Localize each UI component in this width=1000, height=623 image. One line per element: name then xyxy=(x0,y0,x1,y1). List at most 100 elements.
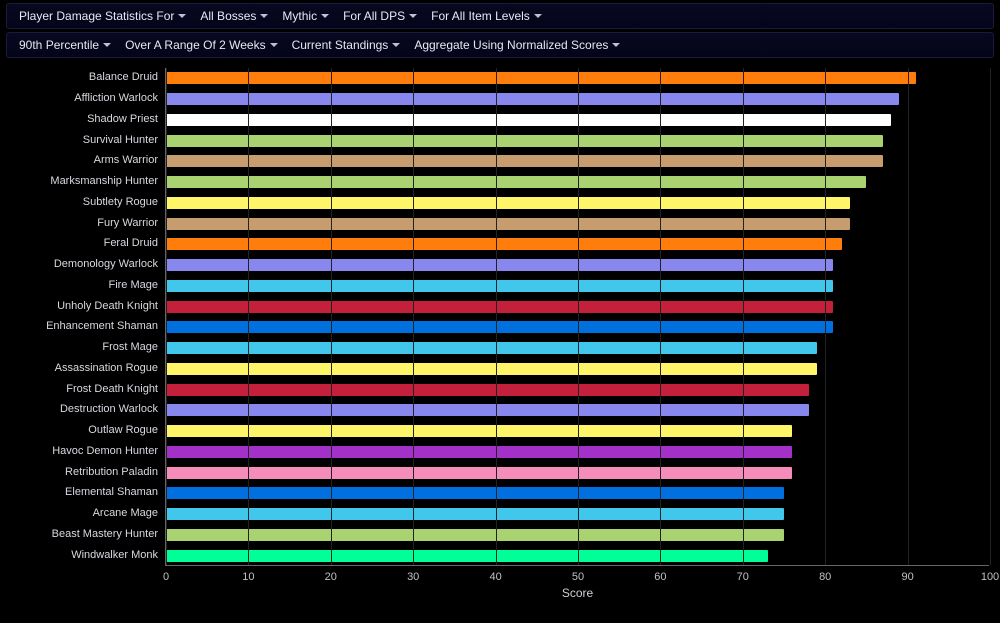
bar[interactable] xyxy=(166,280,833,292)
x-tick: 80 xyxy=(819,571,831,583)
bar-label: Balance Druid xyxy=(8,71,158,83)
gridline xyxy=(908,68,909,565)
chevron-down-icon xyxy=(534,14,542,18)
filter-label: Over A Range Of 2 Weeks xyxy=(125,38,266,52)
bar[interactable] xyxy=(166,155,883,167)
chevron-down-icon xyxy=(103,43,111,47)
filter-difficulty[interactable]: Mythic xyxy=(282,9,329,23)
bar[interactable] xyxy=(166,384,809,396)
filter-standings[interactable]: Current Standings xyxy=(292,38,401,52)
gridline xyxy=(990,68,991,565)
chevron-down-icon xyxy=(270,43,278,47)
filter-label: For All Item Levels xyxy=(431,9,530,23)
bar-label: Shadow Priest xyxy=(8,113,158,125)
chevron-down-icon xyxy=(392,43,400,47)
chevron-down-icon xyxy=(409,14,417,18)
filter-label: Current Standings xyxy=(292,38,389,52)
bar-label: Frost Mage xyxy=(8,341,158,353)
bar[interactable] xyxy=(166,342,817,354)
bar[interactable] xyxy=(166,321,833,333)
x-tick: 10 xyxy=(242,571,254,583)
bar-label: Frost Death Knight xyxy=(8,383,158,395)
x-tick: 100 xyxy=(981,571,999,583)
filter-label: 90th Percentile xyxy=(19,38,99,52)
plot-area: Balance DruidAffliction WarlockShadow Pr… xyxy=(165,68,989,566)
bar-label: Arcane Mage xyxy=(8,507,158,519)
bar[interactable] xyxy=(166,72,916,84)
filter-percentile[interactable]: 90th Percentile xyxy=(19,38,111,52)
chevron-down-icon xyxy=(260,14,268,18)
x-tick: 50 xyxy=(572,571,584,583)
bar-label: Destruction Warlock xyxy=(8,403,158,415)
x-tick: 70 xyxy=(737,571,749,583)
bar-label: Windwalker Monk xyxy=(8,549,158,561)
bar[interactable] xyxy=(166,550,768,562)
gridline xyxy=(331,68,332,565)
bar-label: Fury Warrior xyxy=(8,217,158,229)
filter-label: For All DPS xyxy=(343,9,405,23)
gridline xyxy=(413,68,414,565)
chevron-down-icon xyxy=(612,43,620,47)
bar[interactable] xyxy=(166,404,809,416)
bar[interactable] xyxy=(166,487,784,499)
dps-rank-chart: Balance Druid Affliction Warlock Shadow Pr… xyxy=(10,62,990,610)
bar-label: Outlaw Rogue xyxy=(8,424,158,436)
bar[interactable] xyxy=(166,301,833,313)
filter-damage-stats[interactable]: Player Damage Statistics For xyxy=(19,9,186,23)
bar-label: Subtlety Rogue xyxy=(8,196,158,208)
filter-label: All Bosses xyxy=(200,9,256,23)
bar[interactable] xyxy=(166,446,792,458)
gridline xyxy=(166,68,167,565)
bar-label: Arms Warrior xyxy=(8,154,158,166)
filter-aggregate[interactable]: Aggregate Using Normalized Scores xyxy=(414,38,620,52)
bar-label: Survival Hunter xyxy=(8,134,158,146)
filter-range[interactable]: Over A Range Of 2 Weeks xyxy=(125,38,278,52)
gridline xyxy=(578,68,579,565)
gridline xyxy=(496,68,497,565)
bar[interactable] xyxy=(166,363,817,375)
bar[interactable] xyxy=(166,93,899,105)
chevron-down-icon xyxy=(178,14,186,18)
bar[interactable] xyxy=(166,218,850,230)
bar[interactable] xyxy=(166,238,842,250)
bar-label: Unholy Death Knight xyxy=(8,300,158,312)
bar[interactable] xyxy=(166,259,833,271)
filter-bar-2: 90th Percentile Over A Range Of 2 Weeks … xyxy=(6,32,994,58)
bar-label: Enhancement Shaman xyxy=(8,320,158,332)
chevron-down-icon xyxy=(321,14,329,18)
filter-label: Aggregate Using Normalized Scores xyxy=(414,38,608,52)
bar[interactable] xyxy=(166,176,866,188)
filter-role[interactable]: For All DPS xyxy=(343,9,417,23)
filter-ilvl[interactable]: For All Item Levels xyxy=(431,9,542,23)
bar-label: Havoc Demon Hunter xyxy=(8,445,158,457)
bar-label: Beast Mastery Hunter xyxy=(8,528,158,540)
x-axis-title: Score xyxy=(562,586,593,600)
bar-label: Assassination Rogue xyxy=(8,362,158,374)
bar-label: Demonology Warlock xyxy=(8,258,158,270)
filter-label: Mythic xyxy=(282,9,317,23)
filter-label: Player Damage Statistics For xyxy=(19,9,174,23)
bar-label: Affliction Warlock xyxy=(8,92,158,104)
gridline xyxy=(248,68,249,565)
bar-label: Feral Druid xyxy=(8,237,158,249)
gridline xyxy=(743,68,744,565)
x-tick: 0 xyxy=(163,571,169,583)
x-tick: 30 xyxy=(407,571,419,583)
x-tick: 90 xyxy=(901,571,913,583)
gridline xyxy=(825,68,826,565)
bar[interactable] xyxy=(166,135,883,147)
x-tick: 40 xyxy=(489,571,501,583)
bar[interactable] xyxy=(166,508,784,520)
x-tick: 60 xyxy=(654,571,666,583)
bar[interactable] xyxy=(166,425,792,437)
bar[interactable] xyxy=(166,467,792,479)
filter-bar-1: Player Damage Statistics For All Bosses … xyxy=(6,3,994,29)
bar-label: Fire Mage xyxy=(8,279,158,291)
bar[interactable] xyxy=(166,114,891,126)
bar-label: Elemental Shaman xyxy=(8,486,158,498)
bar[interactable] xyxy=(166,529,784,541)
bar[interactable] xyxy=(166,197,850,209)
gridline xyxy=(660,68,661,565)
filter-bosses[interactable]: All Bosses xyxy=(200,9,268,23)
bar-label: Marksmanship Hunter xyxy=(8,175,158,187)
